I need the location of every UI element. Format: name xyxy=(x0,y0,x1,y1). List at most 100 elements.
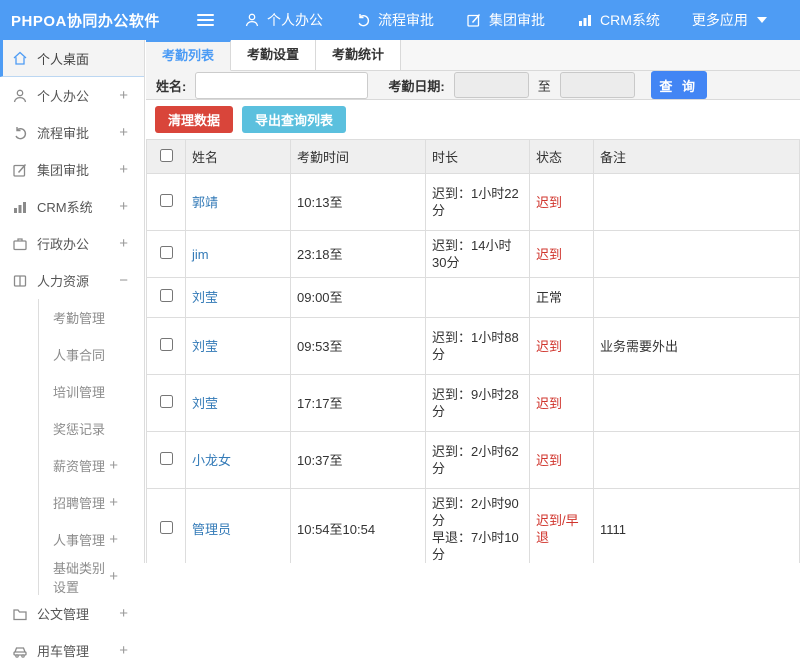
nav-label: 集团审批 xyxy=(489,10,545,30)
row-checkbox[interactable] xyxy=(160,194,173,207)
row-checkbox[interactable] xyxy=(160,289,173,302)
sidebar-subitem-salary-mgmt[interactable]: 薪资管理 + xyxy=(39,447,144,484)
attendance-table: 姓名 考勤时间 时长 状态 备注 郭靖 10:13至 迟到：1小时22分 迟到 … xyxy=(146,139,800,563)
duration-text: 迟到：1小时22分 xyxy=(426,174,530,231)
status-badge: 迟到/早退 xyxy=(530,489,594,564)
note-text: 业务需要外出 xyxy=(594,318,800,375)
note-text xyxy=(594,375,800,432)
employee-name-link[interactable]: 管理员 xyxy=(192,522,231,537)
expand-plus-icon[interactable]: + xyxy=(109,457,118,474)
select-all-cell xyxy=(147,140,186,174)
user-icon xyxy=(12,88,28,104)
expand-plus-icon[interactable]: + xyxy=(119,124,128,141)
status-badge: 迟到 xyxy=(530,231,594,278)
sidebar-subitem-recruit-mgmt[interactable]: 招聘管理 + xyxy=(39,484,144,521)
sidebar-item-label: 人事管理 xyxy=(53,530,109,549)
action-button-row: 清理数据 导出查询列表 xyxy=(146,100,800,139)
sidebar-subitem-personnel-mgmt[interactable]: 人事管理 + xyxy=(39,521,144,558)
sidebar-item-label: 用车管理 xyxy=(37,641,119,660)
row-checkbox[interactable] xyxy=(160,521,173,534)
row-checkbox[interactable] xyxy=(160,395,173,408)
tab-attendance-list[interactable]: 考勤列表 xyxy=(146,40,231,71)
row-checkbox[interactable] xyxy=(160,338,173,351)
sidebar-item-label: 个人桌面 xyxy=(37,49,144,68)
table-row: 郭靖 10:13至 迟到：1小时22分 迟到 xyxy=(147,174,800,231)
bar-chart-icon xyxy=(577,12,593,28)
sidebar-subitem-training-mgmt[interactable]: 培训管理 xyxy=(39,373,144,410)
expand-plus-icon[interactable]: + xyxy=(119,605,128,622)
sidebar-item-label: 个人办公 xyxy=(37,86,119,105)
status-badge: 迟到 xyxy=(530,375,594,432)
sidebar-item-admin-office[interactable]: 行政办公 + xyxy=(0,225,144,262)
expand-plus-icon[interactable]: + xyxy=(119,235,128,252)
employee-name-link[interactable]: 郭靖 xyxy=(192,195,218,210)
sidebar-item-label: 奖惩记录 xyxy=(53,419,144,438)
expand-plus-icon[interactable]: + xyxy=(119,198,128,215)
sidebar-subitem-attendance-mgmt[interactable]: 考勤管理 xyxy=(39,299,144,336)
sidebar-subitem-base-category-settings[interactable]: 基础类别设置 + xyxy=(39,558,144,595)
sidebar-item-document-mgmt[interactable]: 公文管理 + xyxy=(0,595,144,632)
sidebar-item-crm-system[interactable]: CRM系统 + xyxy=(0,188,144,225)
note-text xyxy=(594,432,800,489)
sidebar-subitem-hr-contract[interactable]: 人事合同 xyxy=(39,336,144,373)
tab-attendance-statistics[interactable]: 考勤统计 xyxy=(316,40,401,70)
name-filter-input[interactable] xyxy=(195,72,368,99)
app-logo: PHPOA协同办公软件 xyxy=(0,10,145,31)
nav-personal-office[interactable]: 个人办公 xyxy=(244,10,323,30)
attendance-time: 09:00至 xyxy=(291,278,426,318)
employee-name-link[interactable]: 小龙女 xyxy=(192,453,231,468)
sidebar-item-vehicle-mgmt[interactable]: 用车管理 + xyxy=(0,632,144,669)
sidebar-item-workflow-approval[interactable]: 流程审批 + xyxy=(0,114,144,151)
clean-data-button[interactable]: 清理数据 xyxy=(155,106,233,133)
name-filter-label: 姓名: xyxy=(156,76,186,95)
main-content: 考勤列表 考勤设置 考勤统计 姓名: 考勤日期: 至 查 询 清理数据 导出查询… xyxy=(146,40,800,563)
nav-workflow-approval[interactable]: 流程审批 xyxy=(355,10,434,30)
export-list-button[interactable]: 导出查询列表 xyxy=(242,106,346,133)
duration-text xyxy=(426,278,530,318)
expand-plus-icon[interactable]: + xyxy=(119,642,128,659)
sidebar-item-label: 招聘管理 xyxy=(53,493,109,512)
expand-plus-icon[interactable]: + xyxy=(119,161,128,178)
caret-down-icon xyxy=(757,17,767,23)
sidebar-item-personal-office[interactable]: 个人办公 + xyxy=(0,77,144,114)
select-all-checkbox[interactable] xyxy=(160,149,173,162)
attendance-time: 09:53至 xyxy=(291,318,426,375)
row-checkbox[interactable] xyxy=(160,246,173,259)
nav-group-approval[interactable]: 集团审批 xyxy=(466,10,545,30)
employee-name-link[interactable]: 刘莹 xyxy=(192,396,218,411)
tab-attendance-settings[interactable]: 考勤设置 xyxy=(231,40,316,70)
home-icon xyxy=(12,50,28,66)
sidebar: 个人桌面 个人办公 + 流程审批 + 集团审批 + CRM系统 + 行政办公 + xyxy=(0,40,145,563)
expand-plus-icon[interactable]: + xyxy=(109,494,118,511)
table-row: jim 23:18至 迟到：14小时30分 迟到 xyxy=(147,231,800,278)
sidebar-item-personal-desktop[interactable]: 个人桌面 xyxy=(0,40,144,77)
sidebar-item-label: 薪资管理 xyxy=(53,456,109,475)
nav-crm-system[interactable]: CRM系统 xyxy=(577,10,660,30)
sidebar-item-label: 考勤管理 xyxy=(53,308,144,327)
row-checkbox[interactable] xyxy=(160,452,173,465)
status-badge: 正常 xyxy=(530,278,594,318)
workflow-icon xyxy=(12,125,28,141)
attendance-time: 10:13至 xyxy=(291,174,426,231)
edit-icon xyxy=(466,12,482,28)
nav-more-apps[interactable]: 更多应用 xyxy=(692,10,767,30)
status-badge: 迟到 xyxy=(530,432,594,489)
date-to-input[interactable] xyxy=(560,72,635,98)
sidebar-item-human-resources[interactable]: 人力资源 − xyxy=(0,262,144,299)
expand-plus-icon[interactable]: + xyxy=(119,87,128,104)
hamburger-menu-icon[interactable] xyxy=(197,14,214,26)
employee-name-link[interactable]: 刘莹 xyxy=(192,339,218,354)
sidebar-item-label: 培训管理 xyxy=(53,382,144,401)
employee-name-link[interactable]: 刘莹 xyxy=(192,290,218,305)
employee-name-link[interactable]: jim xyxy=(192,247,209,262)
search-button[interactable]: 查 询 xyxy=(651,71,707,99)
col-status: 状态 xyxy=(530,140,594,174)
sidebar-subitem-rewards-records[interactable]: 奖惩记录 xyxy=(39,410,144,447)
collapse-minus-icon[interactable]: − xyxy=(119,272,128,289)
sidebar-item-group-approval[interactable]: 集团审批 + xyxy=(0,151,144,188)
sidebar-item-label: 集团审批 xyxy=(37,160,119,179)
expand-plus-icon[interactable]: + xyxy=(109,568,118,585)
date-from-input[interactable] xyxy=(454,72,529,98)
expand-plus-icon[interactable]: + xyxy=(109,531,118,548)
date-filter-label: 考勤日期: xyxy=(388,76,444,95)
